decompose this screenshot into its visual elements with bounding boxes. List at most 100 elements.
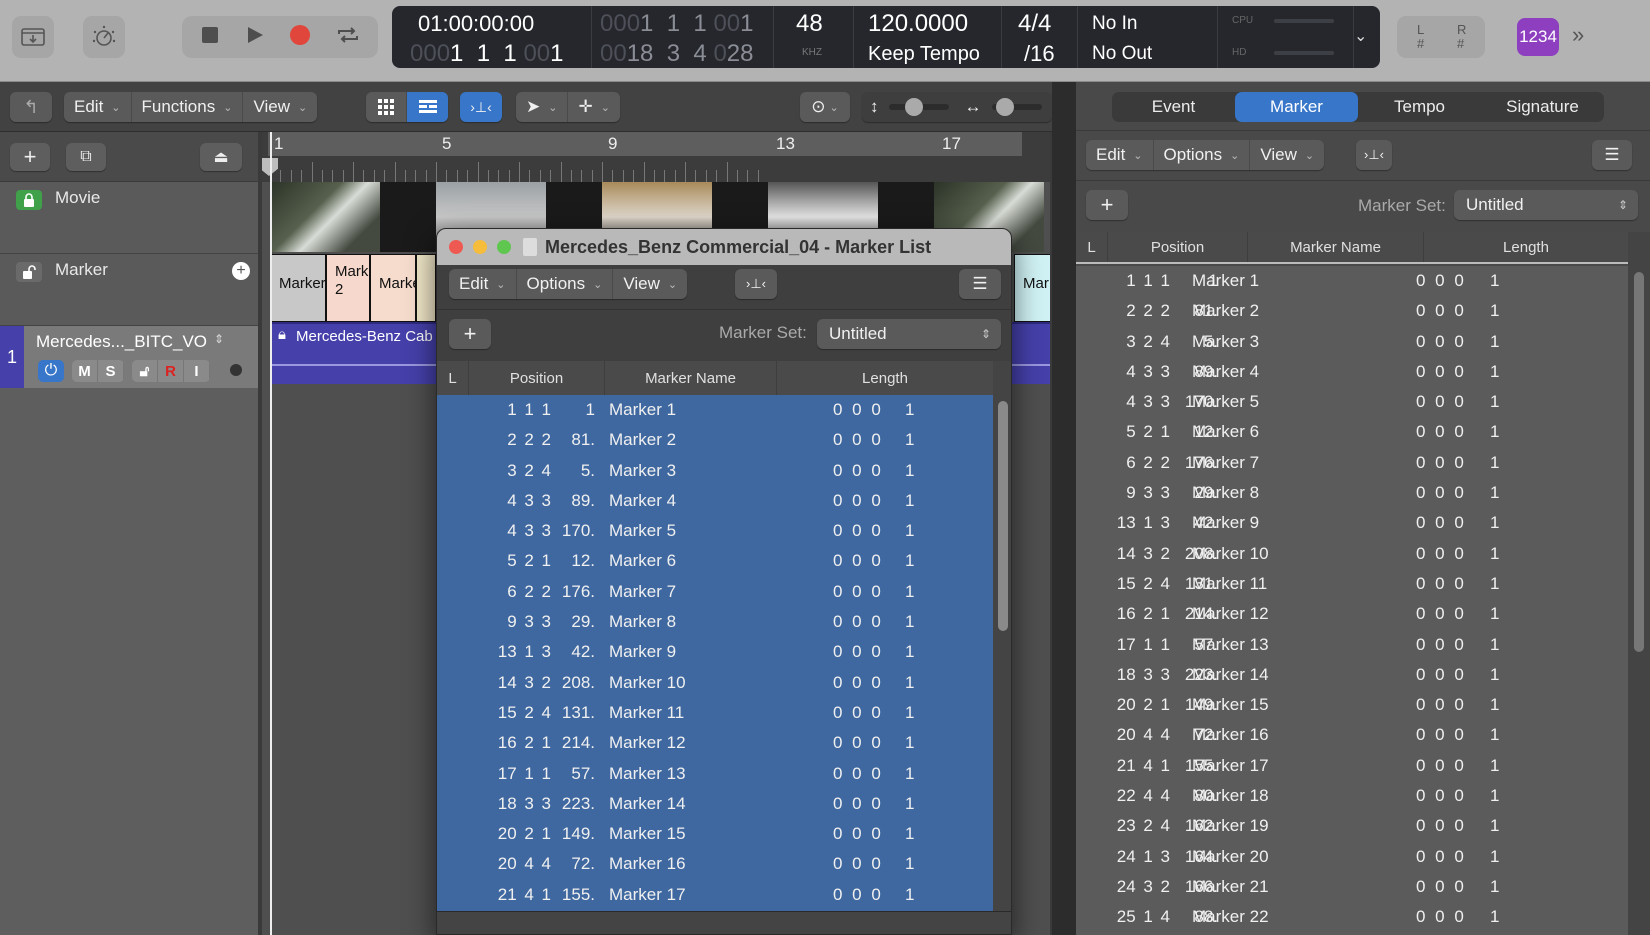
marker-position[interactable]: 2 2 2	[1106, 296, 1170, 326]
marker-length-tick[interactable]: 1	[1490, 751, 1499, 781]
more-options-button[interactable]: ⊙ ⌄	[800, 92, 850, 122]
marker-name[interactable]: Marker 17	[1192, 751, 1269, 781]
edit-menu[interactable]: Edit ⌄	[1086, 140, 1154, 170]
panel-divider[interactable]	[1052, 82, 1076, 935]
marker-position-tick[interactable]: 170.	[553, 516, 595, 546]
marker-position[interactable]: 14 3 2	[477, 668, 551, 698]
unlock-icon[interactable]	[16, 262, 42, 282]
marker-name[interactable]: Marker 11	[609, 698, 684, 728]
marker-position-tick[interactable]: 208.	[553, 668, 595, 698]
marker-position[interactable]: 6 2 2	[1106, 448, 1170, 478]
marker-row[interactable]: 20 2 1 149. Marker 15 0 0 0 1	[437, 819, 993, 849]
add-track-button[interactable]: +	[10, 143, 50, 171]
marker-length[interactable]: 0 0 0	[833, 516, 881, 546]
marker-position[interactable]: 15 2 4	[1106, 569, 1170, 599]
marker-position[interactable]: 5 2 1	[477, 546, 551, 576]
marker-name[interactable]: Marker 22	[1192, 902, 1269, 932]
marker-length[interactable]: 0 0 0	[1416, 417, 1464, 447]
marker-name[interactable]: Marker 13	[609, 759, 686, 789]
inspector-toggle-button[interactable]: ☰	[1592, 140, 1632, 170]
marker-position[interactable]: 1 1 1	[1106, 266, 1170, 296]
marker-length-tick[interactable]: 1	[905, 880, 914, 910]
tab-signature[interactable]: Signature	[1481, 92, 1604, 122]
marker-length[interactable]: 0 0 0	[833, 819, 881, 849]
marker-row[interactable]: 20 4 4 72. Marker 16 0 0 0 1	[437, 849, 993, 879]
marker-length[interactable]: 0 0 0	[1416, 872, 1464, 902]
marker-region[interactable]: Marker	[270, 254, 326, 322]
scrollbar-track[interactable]	[993, 361, 1011, 911]
marker-name[interactable]: Marker 6	[1192, 417, 1259, 447]
marker-name[interactable]: Marker 8	[609, 607, 676, 637]
lr-counter[interactable]: L # R #	[1397, 16, 1485, 58]
marker-position[interactable]: 22 4 4	[1106, 781, 1170, 811]
stop-button[interactable]	[200, 25, 220, 50]
tab-marker[interactable]: Marker	[1235, 92, 1358, 122]
marker-name[interactable]: Marker 3	[1192, 327, 1259, 357]
marker-length[interactable]: 0 0 0	[833, 395, 881, 425]
marker-name[interactable]: Marker 14	[609, 789, 686, 819]
global-track-movie[interactable]: Movie	[0, 182, 258, 254]
view-menu[interactable]: View ⌄	[243, 92, 317, 122]
horizontal-zoom-slider[interactable]	[991, 98, 1042, 116]
column-header-position[interactable]: Position	[1108, 232, 1248, 262]
marker-length-tick[interactable]: 1	[1490, 448, 1499, 478]
marker-row[interactable]: 1 1 1 1 Marker 10 0 01	[1076, 266, 1628, 296]
marker-position[interactable]: 4 3 3	[477, 516, 551, 546]
column-header-marker-name[interactable]: Marker Name	[605, 361, 777, 395]
marker-length[interactable]: 0 0 0	[833, 577, 881, 607]
marker-position[interactable]: 20 2 1	[1106, 690, 1170, 720]
column-header-l[interactable]: L	[1076, 232, 1108, 262]
marker-length[interactable]: 0 0 0	[833, 546, 881, 576]
marker-row[interactable]: 4 3 3 89. Marker 40 0 01	[1076, 357, 1628, 387]
left-locator[interactable]: 0001 1 1 001	[600, 9, 754, 39]
marker-name[interactable]: Marker 17	[609, 880, 686, 910]
marker-name[interactable]: Marker 15	[609, 819, 686, 849]
marker-length-tick[interactable]: 1	[905, 486, 914, 516]
marker-position[interactable]: 5 2 1	[1106, 417, 1170, 447]
marker-length[interactable]: 0 0 0	[1416, 781, 1464, 811]
add-marker-button[interactable]: +	[1086, 190, 1128, 220]
marker-row[interactable]: 4 3 3 170. Marker 5 0 0 0 1	[437, 516, 993, 546]
marker-row[interactable]: 14 3 2 208. Marker 10 0 0 0 1	[437, 668, 993, 698]
marker-length-tick[interactable]: 1	[1490, 660, 1499, 690]
marker-name[interactable]: Marker 19	[1192, 811, 1269, 841]
marker-length-tick[interactable]: 1	[1490, 357, 1499, 387]
marker-name[interactable]: Marker 4	[609, 486, 676, 516]
marker-position[interactable]: 17 1 1	[477, 759, 551, 789]
marker-row[interactable]: 21 4 1 155. Marker 17 0 0 01	[1076, 751, 1628, 781]
marker-set-select[interactable]: Untitled ⇕	[1454, 190, 1638, 220]
marker-position[interactable]: 21 4 1	[477, 880, 551, 910]
marker-row[interactable]: 24 3 2 166. Marker 21 0 0 01	[1076, 872, 1628, 902]
marker-length-tick[interactable]: 1	[905, 546, 914, 576]
marker-length[interactable]: 0 0 0	[1416, 478, 1464, 508]
marker-row[interactable]: 5 2 1 12. Marker 6 0 0 0 1	[437, 546, 993, 576]
power-button[interactable]: ⏻	[38, 360, 64, 382]
lock-icon[interactable]	[16, 190, 42, 210]
marker-position[interactable]: 24 1 3	[1106, 842, 1170, 872]
marker-length-tick[interactable]: 1	[905, 516, 914, 546]
marker-set-select[interactable]: Untitled ⇕	[817, 319, 1001, 349]
mute-button[interactable]: M	[72, 360, 98, 382]
marker-position[interactable]: 15 2 4	[477, 698, 551, 728]
tuner-button[interactable]	[83, 16, 125, 58]
marker-length[interactable]: 0 0 0	[1416, 902, 1464, 932]
marker-position[interactable]: 9 3 3	[1106, 478, 1170, 508]
marker-name[interactable]: Marker 5	[1192, 387, 1259, 417]
marker-length[interactable]: 0 0 0	[833, 759, 881, 789]
marker-length-tick[interactable]: 1	[1490, 720, 1499, 750]
marker-length-tick[interactable]: 1	[1490, 902, 1499, 932]
secondary-tool-menu[interactable]: ✛ ⌄	[568, 92, 619, 122]
marker-row[interactable]: 22 4 480.Marker 180 0 01	[1076, 781, 1628, 811]
marker-row[interactable]: 9 3 3 29. Marker 8 0 0 0 1	[437, 607, 993, 637]
record-enable-button[interactable]: R	[158, 360, 184, 382]
marker-name[interactable]: Marker 12	[609, 728, 686, 758]
marker-row[interactable]: 15 2 4 131. Marker 11 0 0 0 1	[437, 698, 993, 728]
marker-length[interactable]: 0 0 0	[833, 637, 881, 667]
marker-length-tick[interactable]: 1	[905, 728, 914, 758]
marker-length[interactable]: 0 0 0	[1416, 296, 1464, 326]
marker-length[interactable]: 0 0 0	[833, 425, 881, 455]
back-button[interactable]: ↰	[10, 92, 52, 122]
marker-length-tick[interactable]: 1	[905, 395, 914, 425]
marker-position[interactable]: 25 1 4	[1106, 902, 1170, 932]
marker-name[interactable]: Marker 7	[1192, 448, 1259, 478]
